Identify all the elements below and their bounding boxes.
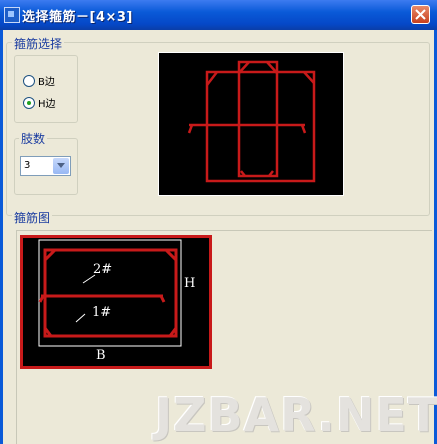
stirrup-diagram-drawing	[38, 239, 182, 347]
preview-inner-stirrup	[237, 60, 279, 178]
radio-h-side[interactable]: H边	[23, 95, 56, 110]
label-width: B	[96, 348, 106, 363]
close-icon	[415, 9, 426, 20]
leg-count-value: 3	[24, 160, 31, 171]
stirrup-diagram	[20, 235, 212, 369]
leg-count-dropdown-button[interactable]	[53, 158, 69, 174]
radio-h-side-label: H边	[38, 99, 56, 110]
label-stirrup-1: 1#	[92, 305, 112, 320]
label-height: H	[184, 276, 196, 291]
radio-h-side-circle[interactable]	[23, 96, 35, 109]
chevron-down-icon	[57, 163, 65, 168]
window-title: 选择箍筋－[4×3]	[22, 10, 133, 25]
diagram-legend: 箍筋图	[12, 209, 53, 226]
title-bar[interactable]: 选择箍筋－[4×3]	[0, 0, 437, 30]
side-select-group	[14, 55, 78, 123]
leg-count-legend: 肢数	[19, 130, 48, 147]
stirrup-preview-drawing	[187, 60, 316, 183]
label-stirrup-2: 2#	[93, 262, 113, 277]
app-icon	[4, 7, 20, 23]
preview-outer-stirrup	[205, 70, 316, 183]
window-border-left	[0, 30, 3, 444]
stirrup-select-legend: 箍筋选择	[12, 35, 65, 52]
preview-hooks	[206, 61, 315, 177]
stirrup-preview	[158, 52, 344, 196]
radio-b-side-circle[interactable]	[23, 74, 35, 87]
radio-b-side[interactable]: B边	[23, 73, 55, 88]
watermark: JZBAR.NET	[155, 388, 437, 442]
section-outline	[38, 239, 182, 347]
radio-b-side-label: B边	[38, 77, 55, 88]
close-button[interactable]	[411, 5, 430, 24]
leg-count-select[interactable]: 3	[20, 156, 71, 176]
